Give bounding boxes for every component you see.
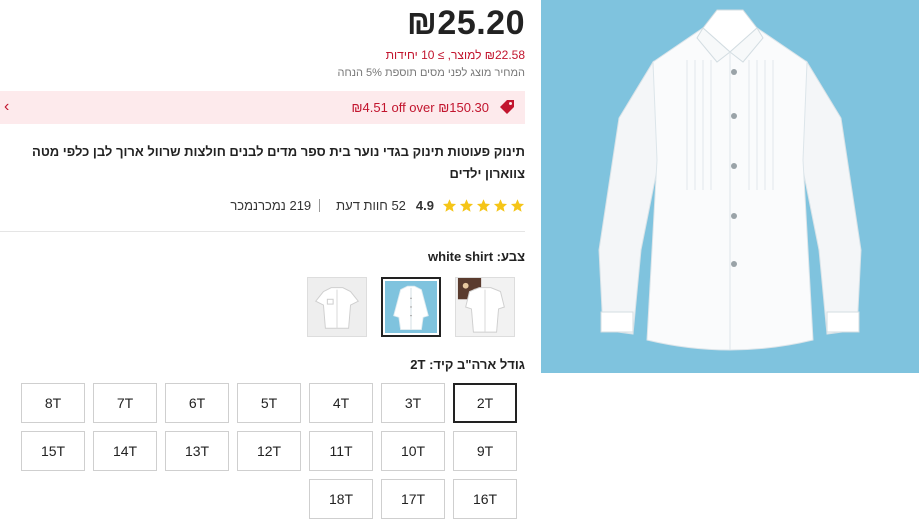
product-info-panel: ₪25.20 ₪22.58 למוצר, ≥ 10 יחידות המחיר מ… <box>0 0 541 523</box>
rating-value: 4.9 <box>415 197 434 213</box>
sold-count: 219 נמכרנמכר <box>230 197 312 213</box>
color-swatch-white-shirt[interactable] <box>381 277 441 337</box>
reviews-count[interactable]: 52 חוות דעת <box>336 198 406 213</box>
size-option-17T[interactable]: 17T <box>381 479 445 519</box>
size-option-18T[interactable]: 18T <box>309 479 373 519</box>
star-rating <box>442 198 525 213</box>
size-option-13T[interactable]: 13T <box>165 431 229 471</box>
size-label: גודל ארה"ב קיד: 2T <box>410 357 525 372</box>
size-label-text: גודל ארה"ב קיד: <box>429 357 525 372</box>
star-icon <box>442 198 457 212</box>
product-title: תינוק פעוטות תינוק בגדי נוער בית ספר מדי… <box>32 144 525 181</box>
star-icon <box>459 198 474 212</box>
star-icon <box>476 198 491 212</box>
star-icon <box>493 198 508 212</box>
size-option-7T[interactable]: 7T <box>93 383 157 423</box>
chevron-left-icon: ‹ <box>4 98 10 115</box>
size-option-14T[interactable]: 14T <box>93 431 157 471</box>
white-shirt-image <box>541 0 919 373</box>
size-option-3T[interactable]: 3T <box>381 383 445 423</box>
promo-text: ₪4.51 off over ₪150.30 <box>351 100 489 115</box>
size-option-9T[interactable]: 9T <box>453 431 517 471</box>
tax-note: המחיר מוצג לפני מסים תוספת 5% הנחה <box>337 67 525 79</box>
size-option-12T[interactable]: 12T <box>237 431 301 471</box>
size-option-11T[interactable]: 11T <box>309 431 373 471</box>
color-label: צבע: white shirt <box>428 249 525 264</box>
section-divider <box>0 231 525 232</box>
size-option-10T[interactable]: 10T <box>381 431 445 471</box>
selected-size-name: 2T <box>410 357 426 372</box>
star-icon <box>510 198 525 212</box>
color-swatch-patterned[interactable] <box>455 277 515 337</box>
color-label-text: צבע: <box>496 249 525 264</box>
bulk-unit-price: ₪22.58 למוצר, ≥ 10 יחידות <box>385 48 525 62</box>
tag-icon <box>499 99 515 115</box>
size-option-6T[interactable]: 6T <box>165 383 229 423</box>
selected-color-name: white shirt <box>428 249 494 264</box>
divider <box>319 198 321 212</box>
size-options: 2T 3T 4T 5T 6T 7T 8T 9T 10T 11T 12T 13T … <box>17 383 517 519</box>
promo-banner[interactable]: ‹ ₪4.51 off over ₪150.30 <box>0 91 525 124</box>
color-swatch-short-sleeve[interactable] <box>307 277 367 337</box>
size-option-16T[interactable]: 16T <box>453 479 517 519</box>
product-main-image[interactable] <box>541 0 919 373</box>
size-option-4T[interactable]: 4T <box>309 383 373 423</box>
price: ₪25.20 <box>406 4 525 42</box>
size-option-15T[interactable]: 15T <box>21 431 85 471</box>
color-swatches <box>307 277 515 337</box>
size-option-5T[interactable]: 5T <box>237 383 301 423</box>
size-option-8T[interactable]: 8T <box>21 383 85 423</box>
rating-row[interactable]: 4.9 52 חוות דעת 219 נמכרנמכר <box>230 196 525 214</box>
size-option-2T[interactable]: 2T <box>453 383 517 423</box>
